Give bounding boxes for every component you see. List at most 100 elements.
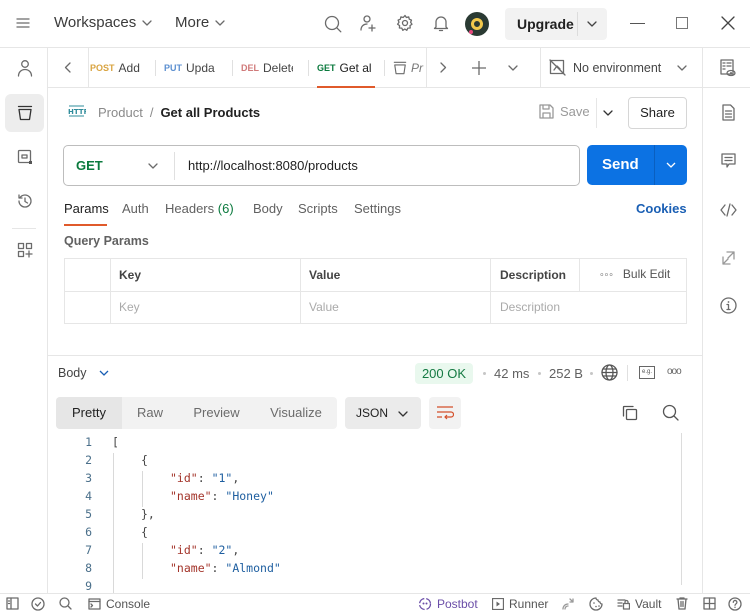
tab-post-add[interactable]: POST Add [90,48,150,88]
search-response-icon[interactable] [662,404,679,421]
response-size[interactable]: 252 B [549,366,583,381]
code-line: "id": "2", [170,543,240,557]
environment-selector[interactable]: No environment [540,48,702,88]
cookies-icon[interactable] [589,597,603,611]
search-icon[interactable] [324,15,342,33]
tab-put-update[interactable]: PUT Upda [164,48,216,88]
new-tab-plus-icon[interactable] [472,61,486,75]
share-button[interactable]: Share [628,97,687,129]
vault-button[interactable]: Vault [617,597,661,611]
tab-scripts[interactable]: Scripts [298,201,338,216]
tab-headers[interactable]: Headers (6) [165,201,234,216]
layout-grid-icon[interactable] [703,597,716,610]
save-button[interactable]: Save [539,104,590,119]
postbot-button[interactable]: Postbot [418,597,478,611]
method-select[interactable]: GET [76,158,103,173]
more-dots-icon: ∘∘∘ [599,268,614,279]
workspaces-menu[interactable]: Workspaces [54,14,152,31]
tab-settings[interactable]: Settings [354,201,401,216]
no-environment-icon [549,59,566,76]
sidebar-item-history[interactable] [5,182,44,220]
help-icon[interactable] [728,597,742,611]
response-time[interactable]: 42 ms [494,366,529,381]
collections-trash-icon [17,105,32,121]
view-tab-raw[interactable]: Raw [122,397,178,429]
copy-icon[interactable] [622,405,638,421]
view-tab-pretty[interactable]: Pretty [56,397,122,429]
console-button[interactable]: Console [88,597,150,611]
invite-user-icon[interactable] [359,14,377,32]
chevron-down-icon [587,21,597,27]
url-input[interactable]: http://localhost:8080/products [188,158,358,173]
code-line: "name": "Almond" [170,561,281,575]
maximize-icon[interactable] [676,17,688,29]
documentation-icon[interactable] [722,104,735,121]
tab-auth[interactable]: Auth [122,201,149,216]
response-body-toggle[interactable]: Body [58,366,109,380]
network-globe-icon[interactable] [601,364,618,381]
response-body-viewer[interactable]: 1 [2 {3 "id": "1", 4 "name": "Honey" 5}, 6 {7 "id… [48,433,702,593]
send-button[interactable]: Send [587,145,687,185]
http-request-icon: HTTP [68,104,86,120]
tab-del-delete[interactable]: DEL Delete [241,48,293,88]
runner-button[interactable]: Runner [492,597,548,611]
tab-body[interactable]: Body [253,201,283,216]
tab-params[interactable]: Params [64,201,109,216]
response-divider[interactable] [48,355,702,356]
console-label: Console [106,597,151,611]
comments-icon[interactable] [721,153,736,169]
sidebar-item-add-workspace[interactable] [5,231,44,269]
cookies-link[interactable]: Cookies [636,201,687,216]
tab-method: GET [317,63,336,73]
view-tab-visualize[interactable]: Visualize [255,397,337,429]
status-badge[interactable]: 200 OK [415,363,473,384]
upgrade-button[interactable]: Upgrade [505,8,607,40]
param-description-input[interactable]: Description [500,300,560,314]
sidebar-item-collections[interactable] [5,94,44,132]
environment-label: No environment [573,61,662,75]
related-collections-icon[interactable] [722,251,735,265]
sidebar-item-user[interactable] [5,49,44,87]
wrap-lines-button[interactable] [429,397,461,429]
request-title[interactable]: Get all Products [160,105,260,120]
sidebar-item-environments[interactable] [5,138,44,176]
notifications-bell-icon[interactable] [432,14,450,32]
minimize-icon[interactable] [630,23,645,24]
bulk-edit-button[interactable]: ∘∘∘ Bulk Edit [599,267,670,281]
tab-get-all-products[interactable]: GET Get al [317,48,375,88]
line-number: 7 [85,543,92,557]
json-key: "name" [170,489,212,503]
tab-collection-preview[interactable]: Pr [393,48,425,88]
code-snippet-icon[interactable] [720,203,737,217]
capture-requests-icon[interactable] [561,597,575,611]
code-scrollbar[interactable] [681,433,682,585]
tab-method: PUT [164,63,182,73]
active-tab-indicator [317,86,375,88]
info-icon[interactable] [720,297,737,314]
line-number: 4 [85,489,92,503]
save-as-example-icon[interactable]: e.g. [639,366,655,379]
param-value-input[interactable]: Value [309,300,339,314]
trash-icon[interactable] [676,597,688,610]
format-select[interactable]: JSON [345,397,421,429]
runner-status-check-icon[interactable] [31,597,45,611]
close-icon[interactable] [721,16,735,30]
save-options-chevron-icon[interactable] [603,110,613,116]
more-options-icon[interactable]: ooo [667,366,682,377]
find-icon[interactable] [59,597,72,610]
more-menu[interactable]: More [175,14,225,31]
tab-name: Get al [339,61,372,75]
breadcrumb-parent[interactable]: Product [98,105,143,120]
view-tab-preview[interactable]: Preview [178,397,255,429]
param-key-input[interactable]: Key [119,300,140,314]
line-number: 6 [85,525,92,539]
console-icon [88,598,101,610]
environment-quick-look-icon[interactable] [720,59,736,77]
menu-icon[interactable] [16,17,30,29]
user-avatar[interactable] [465,12,489,36]
toggle-sidebar-icon[interactable] [6,597,19,610]
tabs-dropdown-icon[interactable] [508,65,518,71]
settings-gear-icon[interactable] [396,14,414,32]
tabs-scroll-right-icon[interactable] [440,62,447,73]
tabs-scroll-left-icon[interactable] [64,62,71,73]
